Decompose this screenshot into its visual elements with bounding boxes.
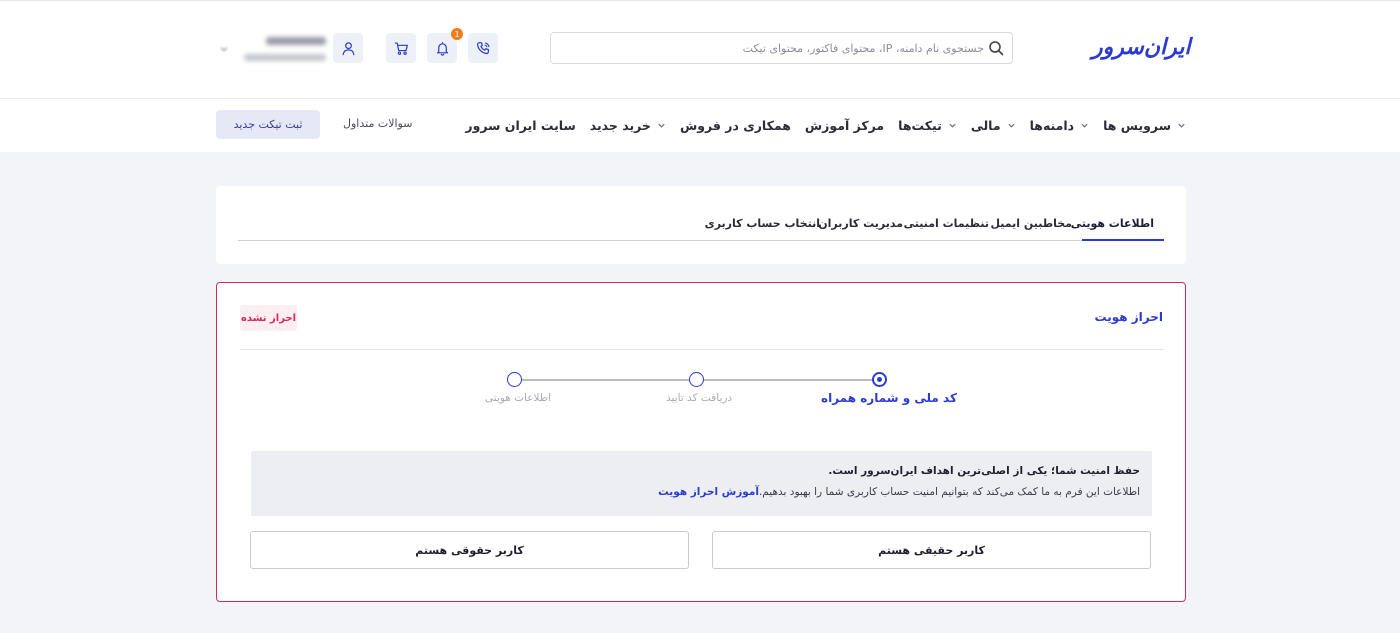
nav-item-affiliate[interactable]: همکاری در فروش <box>680 118 791 133</box>
tabs-divider <box>238 240 1164 241</box>
nav-item-domains[interactable]: دامنه‌ها <box>1030 118 1089 133</box>
account-tabs-card: اطلاعات هویتی مخاطبین ایمیل تنظیمات امنی… <box>216 186 1186 264</box>
tab-account-selection[interactable]: انتخاب حساب کاربری <box>705 217 820 230</box>
notification-count-badge: 1 <box>451 28 463 40</box>
phone-button[interactable] <box>468 33 498 63</box>
nav-item-tickets[interactable]: تیکت‌ها <box>898 118 957 133</box>
chevron-down-icon <box>658 123 665 128</box>
site-logo[interactable]: ایران‌سرور <box>1092 35 1191 60</box>
chevron-down-icon[interactable] <box>219 44 229 54</box>
search-icon <box>989 41 1004 56</box>
tab-identity-info[interactable]: اطلاعات هویتی <box>1071 217 1154 230</box>
step-label-3: اطلاعات هویتی <box>485 392 552 404</box>
user-info-blurred[interactable] <box>238 37 326 65</box>
tab-email-contacts[interactable]: مخاطبین ایمیل <box>990 217 1072 230</box>
user-account-button[interactable] <box>333 33 363 63</box>
nav-item-new-purchase[interactable]: خرید جدید <box>590 118 666 133</box>
info-heading: حفظ امنیت شما؛ یکی از اصلی‌ترین اهداف ای… <box>828 465 1140 477</box>
tab-security-settings[interactable]: تنظیمات امنیتی <box>904 217 989 230</box>
cart-button[interactable] <box>386 33 416 63</box>
security-info-box: حفظ امنیت شما؛ یکی از اصلی‌ترین اهداف ای… <box>251 451 1152 516</box>
faq-link[interactable]: سوالات متداول <box>343 117 412 130</box>
nav-item-services[interactable]: سرویس ها <box>1103 118 1186 133</box>
info-text: اطلاعات این فرم به ما کمک می‌کند که بتوا… <box>758 486 1140 498</box>
nav-item-financial[interactable]: مالی <box>971 118 1016 133</box>
cart-icon <box>394 41 408 55</box>
bell-icon <box>436 41 448 56</box>
main-navbar: سرویس ها دامنه‌ها مالی تیکت‌ها مرکز آموز… <box>0 99 1400 152</box>
identity-verification-card: احراز هویت احراز نشده کد ملی و شماره همر… <box>216 282 1186 602</box>
step-label-2: دریافت کد تایید <box>666 392 733 404</box>
nav-item-learning-center[interactable]: مرکز آموزش <box>805 118 884 133</box>
status-badge: احراز نشده <box>240 305 297 331</box>
chevron-down-icon <box>1007 123 1015 128</box>
chevron-down-icon <box>1178 123 1185 128</box>
card-title: احراز هویت <box>1094 310 1163 324</box>
step-dot-1 <box>872 372 887 387</box>
phone-icon <box>476 41 489 54</box>
new-ticket-button[interactable]: ثبت تیکت جدید <box>216 110 320 139</box>
main-nav: سرویس ها دامنه‌ها مالی تیکت‌ها مرکز آموز… <box>465 99 1186 152</box>
natural-person-button[interactable]: کاربر حقیقی هستم <box>712 531 1151 569</box>
step-dot-3 <box>507 372 522 387</box>
search-input[interactable] <box>564 33 984 63</box>
nav-item-iranserver-site[interactable]: سایت ایران سرور <box>465 118 575 133</box>
card-divider <box>240 349 1164 350</box>
search-box[interactable] <box>550 32 1013 64</box>
step-dot-2 <box>689 372 704 387</box>
chevron-down-icon <box>949 123 956 128</box>
legal-person-button[interactable]: کاربر حقوقی هستم <box>250 531 689 569</box>
tab-user-management[interactable]: مدیریت کاربران <box>818 217 903 230</box>
user-icon <box>342 41 354 55</box>
kyc-tutorial-link[interactable]: آموزش احراز هویت <box>658 486 759 498</box>
chevron-down-icon <box>1081 123 1088 128</box>
active-tab-indicator <box>1082 239 1164 241</box>
step-label-1: کد ملی و شماره همراه <box>821 391 957 405</box>
top-header: ایران‌سرور 1 <box>0 0 1400 99</box>
notifications-button[interactable]: 1 <box>427 28 463 63</box>
info-text-line: اطلاعات این فرم به ما کمک می‌کند که بتوا… <box>658 486 1140 498</box>
